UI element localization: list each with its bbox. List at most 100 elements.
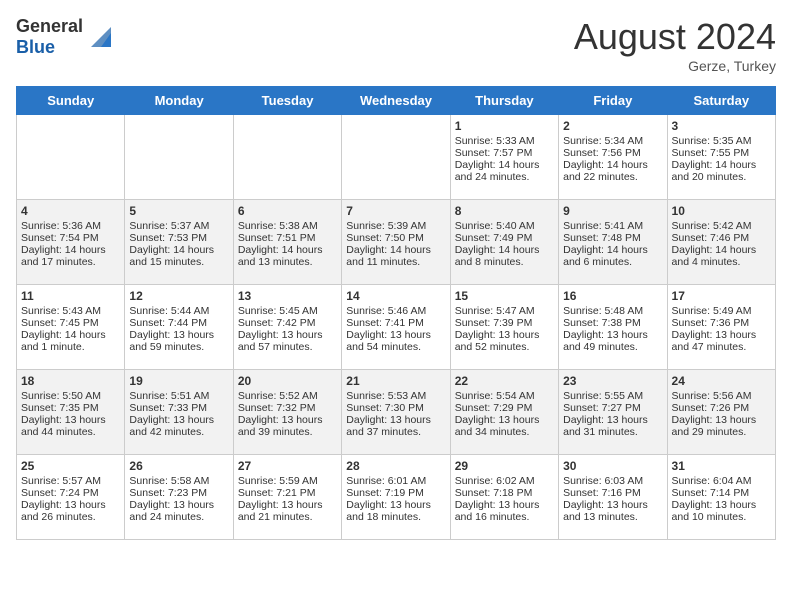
- logo-general-text: General: [16, 16, 83, 37]
- cell-info: Sunrise: 5:38 AM: [238, 220, 337, 232]
- calendar-week-row: 25Sunrise: 5:57 AMSunset: 7:24 PMDayligh…: [17, 455, 776, 540]
- cell-info: Sunset: 7:45 PM: [21, 317, 120, 329]
- calendar-cell: 27Sunrise: 5:59 AMSunset: 7:21 PMDayligh…: [233, 455, 341, 540]
- cell-info: Sunrise: 6:02 AM: [455, 475, 554, 487]
- calendar-cell: 19Sunrise: 5:51 AMSunset: 7:33 PMDayligh…: [125, 370, 233, 455]
- cell-info: Daylight: 13 hours and 24 minutes.: [129, 499, 228, 523]
- calendar-cell: 15Sunrise: 5:47 AMSunset: 7:39 PMDayligh…: [450, 285, 558, 370]
- cell-info: Sunset: 7:26 PM: [672, 402, 771, 414]
- day-number: 7: [346, 204, 445, 218]
- day-number: 20: [238, 374, 337, 388]
- cell-info: Sunset: 7:42 PM: [238, 317, 337, 329]
- cell-info: Daylight: 13 hours and 16 minutes.: [455, 499, 554, 523]
- cell-info: Sunset: 7:18 PM: [455, 487, 554, 499]
- cell-info: Sunrise: 5:40 AM: [455, 220, 554, 232]
- cell-info: Sunset: 7:33 PM: [129, 402, 228, 414]
- cell-info: Sunset: 7:41 PM: [346, 317, 445, 329]
- cell-info: Sunrise: 5:54 AM: [455, 390, 554, 402]
- cell-info: Sunrise: 5:44 AM: [129, 305, 228, 317]
- calendar-cell: 18Sunrise: 5:50 AMSunset: 7:35 PMDayligh…: [17, 370, 125, 455]
- day-number: 17: [672, 289, 771, 303]
- cell-info: Sunset: 7:24 PM: [21, 487, 120, 499]
- day-number: 25: [21, 459, 120, 473]
- cell-info: Daylight: 13 hours and 57 minutes.: [238, 329, 337, 353]
- cell-info: Daylight: 14 hours and 22 minutes.: [563, 159, 662, 183]
- day-number: 16: [563, 289, 662, 303]
- cell-info: Sunrise: 5:53 AM: [346, 390, 445, 402]
- cell-info: Sunset: 7:53 PM: [129, 232, 228, 244]
- day-number: 3: [672, 119, 771, 133]
- cell-info: Sunrise: 5:59 AM: [238, 475, 337, 487]
- cell-info: Sunrise: 5:58 AM: [129, 475, 228, 487]
- cell-info: Sunrise: 5:56 AM: [672, 390, 771, 402]
- cell-info: Daylight: 13 hours and 21 minutes.: [238, 499, 337, 523]
- calendar-week-row: 4Sunrise: 5:36 AMSunset: 7:54 PMDaylight…: [17, 200, 776, 285]
- weekday-header: Wednesday: [342, 87, 450, 115]
- day-number: 4: [21, 204, 120, 218]
- calendar-cell: 23Sunrise: 5:55 AMSunset: 7:27 PMDayligh…: [559, 370, 667, 455]
- cell-info: Daylight: 13 hours and 52 minutes.: [455, 329, 554, 353]
- cell-info: Sunset: 7:39 PM: [455, 317, 554, 329]
- cell-info: Sunrise: 5:43 AM: [21, 305, 120, 317]
- day-number: 27: [238, 459, 337, 473]
- calendar-cell: 12Sunrise: 5:44 AMSunset: 7:44 PMDayligh…: [125, 285, 233, 370]
- cell-info: Sunrise: 5:55 AM: [563, 390, 662, 402]
- logo-icon: [87, 23, 115, 51]
- calendar-cell: 9Sunrise: 5:41 AMSunset: 7:48 PMDaylight…: [559, 200, 667, 285]
- calendar-cell: 24Sunrise: 5:56 AMSunset: 7:26 PMDayligh…: [667, 370, 775, 455]
- calendar-cell: 11Sunrise: 5:43 AMSunset: 7:45 PMDayligh…: [17, 285, 125, 370]
- cell-info: Sunset: 7:55 PM: [672, 147, 771, 159]
- day-number: 15: [455, 289, 554, 303]
- cell-info: Sunrise: 5:52 AM: [238, 390, 337, 402]
- cell-info: Daylight: 14 hours and 17 minutes.: [21, 244, 120, 268]
- cell-info: Sunrise: 5:34 AM: [563, 135, 662, 147]
- cell-info: Sunset: 7:29 PM: [455, 402, 554, 414]
- day-number: 21: [346, 374, 445, 388]
- cell-info: Sunset: 7:32 PM: [238, 402, 337, 414]
- calendar-cell: [233, 115, 341, 200]
- calendar-cell: 4Sunrise: 5:36 AMSunset: 7:54 PMDaylight…: [17, 200, 125, 285]
- cell-info: Daylight: 14 hours and 4 minutes.: [672, 244, 771, 268]
- cell-info: Daylight: 14 hours and 20 minutes.: [672, 159, 771, 183]
- calendar-table: SundayMondayTuesdayWednesdayThursdayFrid…: [16, 86, 776, 540]
- cell-info: Sunrise: 6:01 AM: [346, 475, 445, 487]
- cell-info: Daylight: 13 hours and 34 minutes.: [455, 414, 554, 438]
- cell-info: Sunrise: 5:33 AM: [455, 135, 554, 147]
- calendar-cell: 26Sunrise: 5:58 AMSunset: 7:23 PMDayligh…: [125, 455, 233, 540]
- weekday-header: Friday: [559, 87, 667, 115]
- cell-info: Sunrise: 5:51 AM: [129, 390, 228, 402]
- calendar-cell: 6Sunrise: 5:38 AMSunset: 7:51 PMDaylight…: [233, 200, 341, 285]
- cell-info: Daylight: 13 hours and 37 minutes.: [346, 414, 445, 438]
- calendar-cell: [125, 115, 233, 200]
- day-number: 12: [129, 289, 228, 303]
- calendar-cell: 22Sunrise: 5:54 AMSunset: 7:29 PMDayligh…: [450, 370, 558, 455]
- cell-info: Sunset: 7:49 PM: [455, 232, 554, 244]
- cell-info: Sunrise: 5:49 AM: [672, 305, 771, 317]
- weekday-header: Sunday: [17, 87, 125, 115]
- cell-info: Sunset: 7:14 PM: [672, 487, 771, 499]
- cell-info: Sunrise: 5:35 AM: [672, 135, 771, 147]
- cell-info: Sunrise: 5:50 AM: [21, 390, 120, 402]
- cell-info: Daylight: 13 hours and 10 minutes.: [672, 499, 771, 523]
- cell-info: Daylight: 13 hours and 49 minutes.: [563, 329, 662, 353]
- day-number: 11: [21, 289, 120, 303]
- weekday-header: Monday: [125, 87, 233, 115]
- page-header: General Blue August 2024 Gerze, Turkey: [16, 16, 776, 74]
- cell-info: Sunset: 7:23 PM: [129, 487, 228, 499]
- cell-info: Daylight: 14 hours and 11 minutes.: [346, 244, 445, 268]
- cell-info: Daylight: 13 hours and 54 minutes.: [346, 329, 445, 353]
- cell-info: Sunrise: 6:03 AM: [563, 475, 662, 487]
- cell-info: Sunset: 7:48 PM: [563, 232, 662, 244]
- cell-info: Daylight: 14 hours and 8 minutes.: [455, 244, 554, 268]
- cell-info: Sunset: 7:56 PM: [563, 147, 662, 159]
- cell-info: Sunrise: 5:39 AM: [346, 220, 445, 232]
- cell-info: Daylight: 13 hours and 26 minutes.: [21, 499, 120, 523]
- calendar-cell: 30Sunrise: 6:03 AMSunset: 7:16 PMDayligh…: [559, 455, 667, 540]
- cell-info: Sunrise: 5:45 AM: [238, 305, 337, 317]
- cell-info: Daylight: 13 hours and 44 minutes.: [21, 414, 120, 438]
- calendar-cell: 7Sunrise: 5:39 AMSunset: 7:50 PMDaylight…: [342, 200, 450, 285]
- day-number: 10: [672, 204, 771, 218]
- cell-info: Sunset: 7:57 PM: [455, 147, 554, 159]
- cell-info: Sunset: 7:19 PM: [346, 487, 445, 499]
- day-number: 18: [21, 374, 120, 388]
